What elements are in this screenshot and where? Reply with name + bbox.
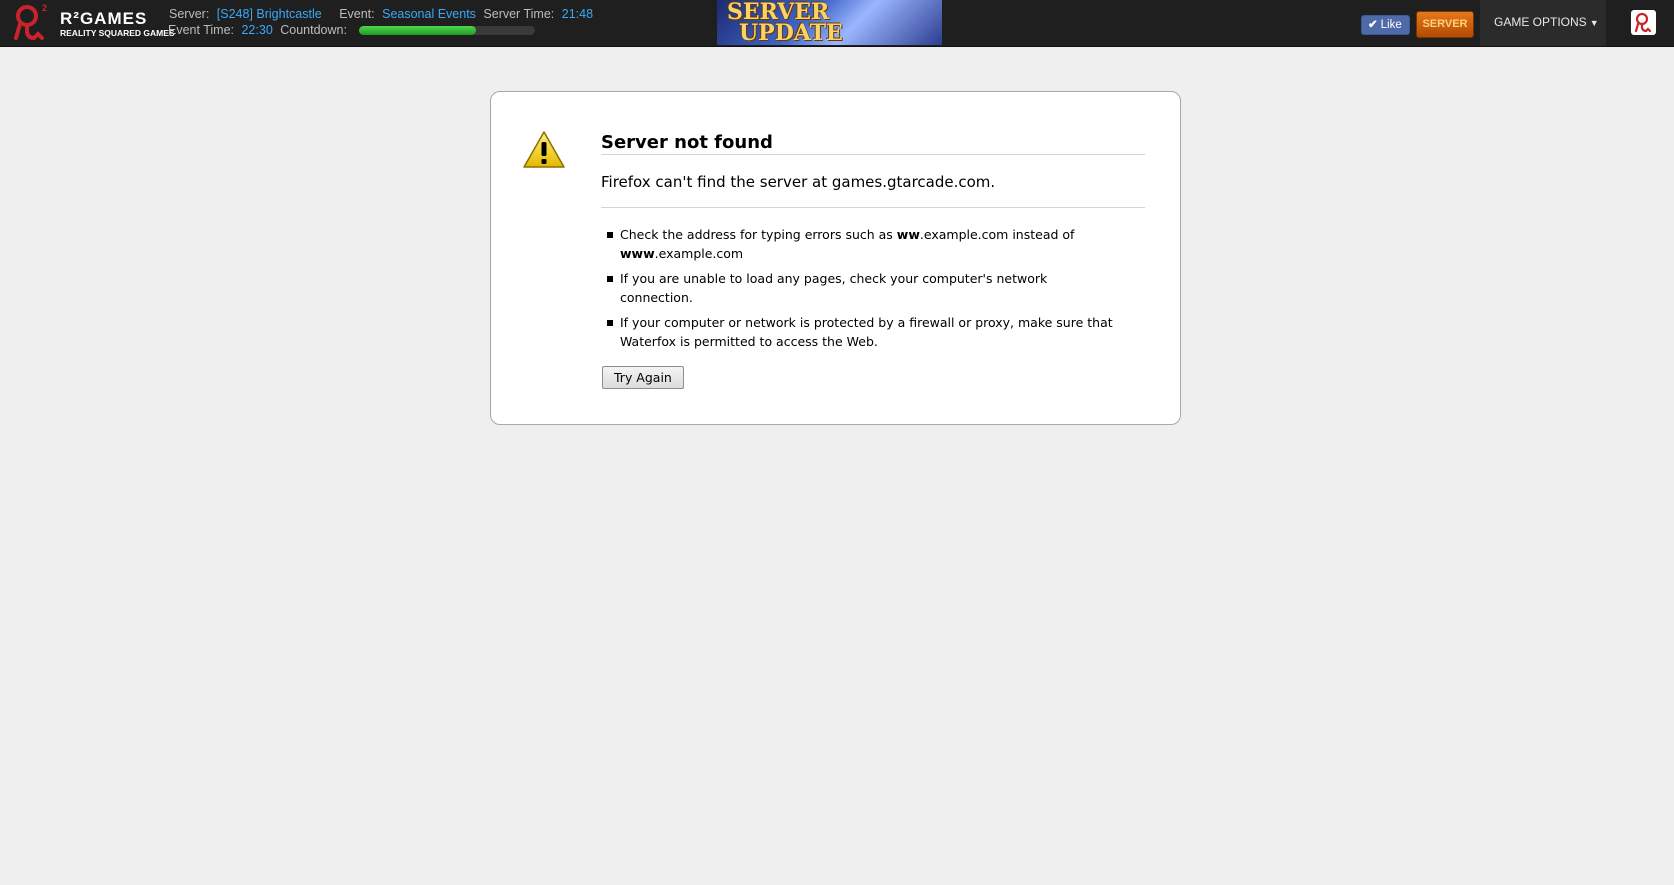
event-name[interactable]: Seasonal Events xyxy=(382,7,476,21)
suggestion-list: Check the address for typing errors such… xyxy=(601,225,1121,357)
suggestion-item: Check the address for typing errors such… xyxy=(601,225,1121,263)
like-label: Like xyxy=(1380,19,1402,31)
game-options-menu[interactable]: GAME OPTIONS ▼ xyxy=(1480,0,1606,46)
countdown-label: Countdown: xyxy=(280,23,347,37)
r2-account-icon[interactable] xyxy=(1631,10,1656,35)
error-panel: Server not found Firefox can't find the … xyxy=(490,91,1181,425)
server-button[interactable]: SERVER xyxy=(1416,11,1474,38)
event-time-value: 22:30 xyxy=(241,23,273,37)
event-time-row: Event Time: 22:30 Countdown: xyxy=(168,23,539,37)
game-options-label: GAME OPTIONS xyxy=(1494,15,1587,29)
r2-small-logo-icon xyxy=(1634,12,1652,33)
event-time-label: Event Time: xyxy=(168,23,234,37)
message-divider xyxy=(601,207,1145,208)
suggestion-item: If your computer or network is protected… xyxy=(601,313,1121,351)
suggestion-item: If you are unable to load any pages, che… xyxy=(601,269,1121,307)
check-icon: ✔ xyxy=(1368,19,1378,31)
r2games-logo[interactable]: 2 R²GAMES REALITY SQUARED GAMES xyxy=(12,2,175,42)
countdown-progress-bar xyxy=(359,26,536,36)
title-divider xyxy=(601,154,1145,155)
server-label: Server: xyxy=(169,7,210,21)
countdown-progress-fill xyxy=(359,26,476,36)
server-info-row: Server: [S248] Brightcastle Event: Seaso… xyxy=(169,7,597,21)
caret-down-icon: ▼ xyxy=(1589,18,1599,28)
try-again-button[interactable]: Try Again xyxy=(602,366,684,389)
svg-text:2: 2 xyxy=(42,3,47,13)
server-update-banner[interactable]: SERVER UPDATE xyxy=(717,0,942,45)
server-name[interactable]: [S248] Brightcastle xyxy=(217,7,322,21)
error-message: Firefox can't find the server at games.g… xyxy=(601,173,996,191)
server-time-value: 21:48 xyxy=(561,7,594,21)
error-title: Server not found xyxy=(601,132,773,153)
r2-logo-icon: 2 xyxy=(14,3,47,41)
warning-triangle-icon xyxy=(523,131,565,168)
banner-line-2: UPDATE xyxy=(739,20,843,45)
logo-title: R²GAMES xyxy=(60,9,148,28)
event-label: Event: xyxy=(339,7,375,21)
logo-subtitle: REALITY SQUARED GAMES xyxy=(60,28,175,38)
facebook-like-button[interactable]: ✔ Like xyxy=(1361,15,1410,35)
top-bar: 2 R²GAMES REALITY SQUARED GAMES Server: … xyxy=(0,0,1674,47)
server-time-label: Server Time: xyxy=(483,7,555,21)
